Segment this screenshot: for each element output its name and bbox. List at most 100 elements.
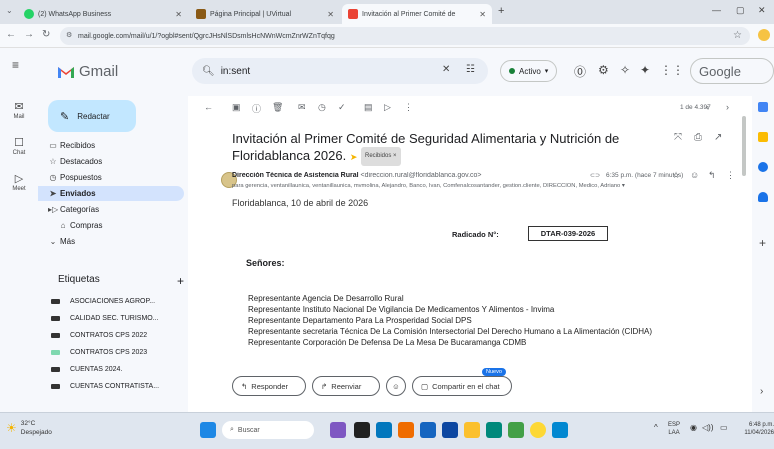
close-tab-icon[interactable]: ✕ — [327, 10, 334, 19]
help-icon[interactable]: ⓪ — [574, 63, 586, 80]
open-new-window-icon[interactable]: ↗ — [714, 132, 722, 143]
maximize-icon[interactable]: ▢ — [736, 5, 745, 16]
nav-item-destacados[interactable]: ☆ Destacados — [38, 154, 184, 169]
report-spam-icon[interactable]: ⓘ — [252, 102, 261, 115]
labels-icon[interactable]: ▷ — [384, 102, 391, 113]
forward-button[interactable]: ↱ Reenviar — [312, 376, 380, 396]
main-menu-icon[interactable]: ≡ — [12, 58, 19, 72]
gemini-icon[interactable]: ✧ — [620, 63, 630, 77]
next-message-icon[interactable]: › — [726, 102, 729, 112]
print-icon[interactable]: ⎙ — [694, 132, 702, 143]
star-message-icon[interactable]: ☆ — [672, 170, 680, 181]
status-button[interactable]: Activo ▾ — [500, 60, 558, 82]
more-message-options-icon[interactable]: ⋮ — [726, 170, 735, 181]
word-icon[interactable] — [376, 422, 392, 438]
share-chat-button[interactable]: ▢ Compartir en el chat — [412, 376, 512, 396]
language-indicator[interactable]: ESP LAA — [668, 421, 680, 437]
recipients-line[interactable]: para gerencia, ventanillaunica, ventanil… — [232, 183, 732, 189]
label-item[interactable]: CUENTAS CONTRATISTA... — [38, 379, 184, 394]
label-item[interactable]: ASOCIACIONES AGROP... — [38, 294, 184, 309]
clock[interactable]: 6:48 p.m. 11/04/2026 — [738, 421, 774, 437]
profile-icon[interactable] — [758, 29, 770, 41]
move-to-icon[interactable]: ▤ — [364, 102, 373, 113]
app-icon[interactable] — [398, 422, 414, 438]
add-label-icon[interactable]: + — [177, 274, 184, 288]
mark-unread-icon[interactable]: ✉ — [298, 102, 306, 113]
back-icon[interactable]: ← — [6, 29, 16, 40]
forward-icon[interactable]: → — [24, 29, 34, 40]
wifi-icon[interactable]: ◉ — [690, 423, 697, 432]
tab-search-icon[interactable]: ⌄ — [6, 6, 13, 15]
tray-chevron-icon[interactable]: ^ — [654, 423, 658, 432]
url-field[interactable]: ⚙ mail.google.com/mail/u/1/?ogbl#sent/Qg… — [60, 27, 750, 45]
rail-mail[interactable]: ✉ Mail — [0, 100, 38, 120]
emoji-react-icon[interactable]: ☺ — [690, 170, 699, 180]
show-side-panel-icon[interactable]: › — [760, 386, 763, 397]
windows-start-icon[interactable] — [200, 422, 216, 438]
nav-item-recibidos[interactable]: ▭ Recibidos — [38, 138, 184, 153]
search-bar[interactable]: 🔍︎ in:sent ✕ ☷ — [192, 58, 488, 84]
site-info-icon[interactable]: ⚙ — [66, 31, 72, 39]
label-item[interactable]: CONTRATOS CPS 2022 — [38, 328, 184, 343]
label-item[interactable]: CALIDAD SEC. TURISMO... — [38, 311, 184, 326]
sender-name[interactable]: Dirección Técnica de Asistencia Rural — [232, 172, 359, 179]
contacts-icon[interactable] — [758, 192, 768, 202]
archive-icon[interactable]: ▣ — [232, 102, 241, 113]
close-window-icon[interactable]: ✕ — [758, 5, 766, 16]
weather-widget[interactable]: ☀ 32°C Despejado — [6, 419, 52, 437]
chrome-icon[interactable] — [530, 422, 546, 438]
scrollbar-thumb[interactable] — [742, 116, 746, 176]
nav-item-mas[interactable]: ⌄ Más — [38, 234, 184, 249]
battery-icon[interactable]: ▭ — [720, 423, 728, 432]
whatsapp-taskbar-icon[interactable] — [508, 422, 524, 438]
app2-icon[interactable] — [552, 422, 568, 438]
inbox-label-chip[interactable]: Recibidos × — [361, 147, 401, 167]
file-explorer-icon[interactable] — [464, 422, 480, 438]
reply-icon[interactable]: ↰ — [708, 170, 716, 181]
delete-icon[interactable]: 🗑︎ — [272, 102, 283, 113]
search-icon[interactable]: 🔍︎ — [202, 66, 215, 77]
nav-item-enviados[interactable]: ➤ Enviados — [38, 186, 184, 201]
reload-icon[interactable]: ↻ — [42, 29, 50, 40]
expand-icon[interactable]: ⤧ — [674, 132, 682, 143]
store-icon[interactable] — [442, 422, 458, 438]
keep-icon[interactable] — [758, 132, 768, 142]
label-item[interactable]: CUENTAS 2024. — [38, 362, 184, 377]
more-options-icon[interactable]: ⋮ — [404, 102, 413, 113]
gmail-logo[interactable]: Gmail — [57, 63, 118, 80]
prev-message-icon[interactable]: ‹ — [706, 102, 709, 112]
minimize-icon[interactable]: — — [712, 5, 721, 15]
nav-item-compras[interactable]: ⌂ Compras — [38, 218, 184, 233]
reply-button[interactable]: ↰ Responder — [232, 376, 306, 396]
get-addons-icon[interactable]: + — [759, 236, 766, 250]
calendar-icon[interactable] — [758, 102, 768, 112]
google-account-button[interactable]: Google — [690, 58, 774, 84]
close-tab-icon[interactable]: ✕ — [479, 10, 486, 19]
sparkle-icon[interactable]: ✦ — [640, 63, 650, 77]
close-tab-icon[interactable]: ✕ — [175, 10, 182, 19]
label-item[interactable]: CONTRATOS CPS 2023 — [38, 345, 184, 360]
outlook-icon[interactable] — [420, 422, 436, 438]
new-tab-icon[interactable]: + — [498, 5, 504, 17]
search-options-icon[interactable]: ☷ — [466, 64, 475, 75]
nav-item-categorias[interactable]: ▸▷ Categorías — [38, 202, 184, 217]
emoji-button[interactable]: ☺ — [386, 376, 406, 396]
importance-marker-icon[interactable]: ➤ — [350, 152, 358, 162]
apps-grid-icon[interactable]: ⋮⋮ — [660, 63, 684, 77]
rail-chat[interactable]: ☐ Chat — [0, 136, 38, 156]
search-input[interactable]: in:sent — [221, 66, 250, 77]
back-to-list-icon[interactable]: ← — [204, 102, 213, 112]
clear-search-icon[interactable]: ✕ — [442, 64, 450, 75]
widgets-icon[interactable] — [330, 422, 346, 438]
rail-meet[interactable]: ▷ Meet — [0, 172, 38, 192]
nav-item-pospuestos[interactable]: ◷ Pospuestos — [38, 170, 184, 185]
tab-gmail-active[interactable]: Invitación al Primer Comité de ✕ — [342, 4, 492, 24]
tasks-icon[interactable] — [758, 162, 768, 172]
taskbar-search[interactable]: ⌕ Buscar — [222, 421, 314, 439]
settings-gear-icon[interactable]: ⚙ — [598, 63, 609, 77]
bookmark-star-icon[interactable]: ☆ — [733, 30, 742, 41]
task-view-icon[interactable] — [354, 422, 370, 438]
add-task-icon[interactable]: ✓ — [338, 102, 346, 113]
tab-whatsapp[interactable]: (2) WhatsApp Business ✕ — [18, 4, 188, 24]
volume-icon[interactable]: ◁)) — [702, 423, 713, 432]
